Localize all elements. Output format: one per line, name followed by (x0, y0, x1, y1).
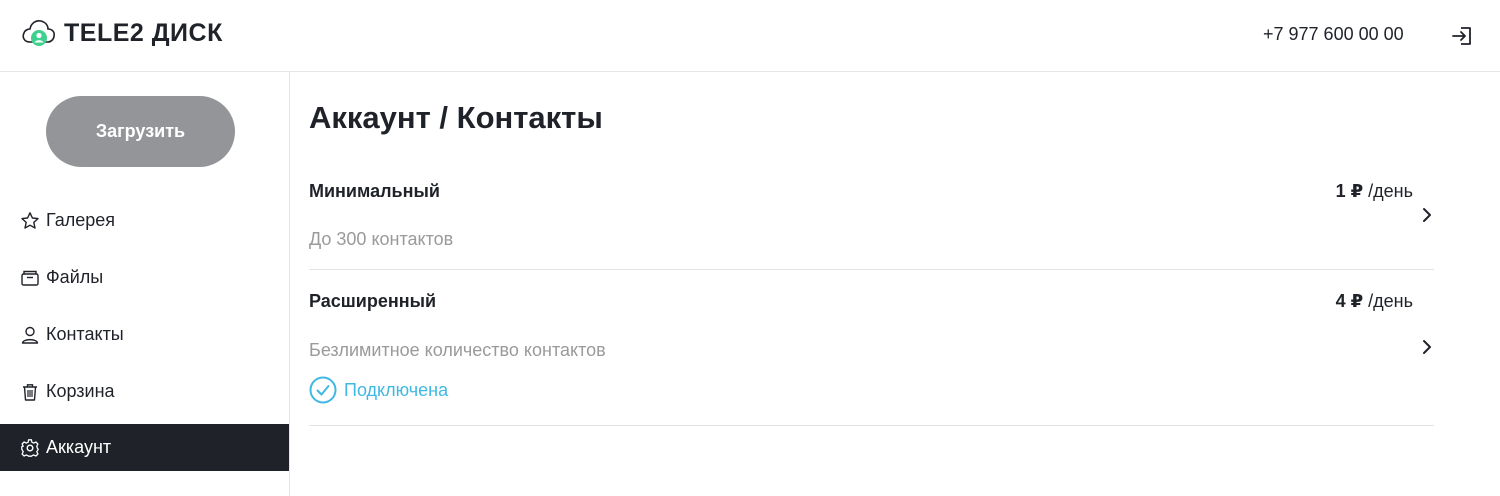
price-period: /день (1363, 291, 1413, 311)
sidebar-item-account[interactable]: Аккаунт (0, 424, 289, 471)
plan-row-minimal[interactable]: Минимальный До 300 контактов 1 ₽ /день (309, 168, 1434, 270)
person-icon (20, 325, 40, 345)
plan-price: 4 ₽ /день (1336, 291, 1413, 312)
user-phone: +7 977 600 00 00 (1263, 24, 1404, 44)
gear-icon (20, 438, 40, 458)
status-badge: Подключена (309, 376, 448, 404)
folder-icon (20, 268, 40, 288)
price-period: /день (1363, 181, 1413, 201)
sidebar-item-label: Файлы (46, 267, 104, 287)
check-circle-icon (309, 376, 337, 404)
sidebar-item-contacts[interactable]: Контакты (0, 311, 289, 358)
plan-name: Расширенный (309, 291, 437, 311)
logo-text: TELE2 ДИСК (64, 18, 223, 47)
sidebar-item-label: Контакты (46, 324, 124, 344)
star-icon (20, 211, 40, 231)
plan-description: До 300 контактов (309, 229, 454, 249)
sidebar-item-files[interactable]: Файлы (0, 254, 289, 301)
sidebar-item-gallery[interactable]: Галерея (0, 197, 289, 244)
logout-icon[interactable] (1450, 24, 1474, 48)
price-amount: 4 ₽ (1335, 291, 1364, 311)
plan-row-extended[interactable]: Расширенный Безлимитное количество конта… (309, 270, 1434, 426)
price-amount: 1 ₽ (1335, 181, 1364, 201)
upload-button[interactable]: Загрузить (46, 96, 235, 167)
top-header: TELE2 ДИСК +7 977 600 00 00 (0, 0, 1500, 72)
trash-icon (20, 382, 40, 402)
cloud-logo-icon (22, 20, 55, 46)
plan-price: 1 ₽ /день (1336, 181, 1413, 202)
chevron-right-icon (1423, 340, 1431, 354)
sidebar-item-trash[interactable]: Корзина (0, 368, 289, 415)
plan-description: Безлимитное количество контактов (309, 340, 606, 360)
chevron-right-icon (1423, 208, 1431, 222)
sidebar-item-label: Корзина (46, 381, 115, 401)
logo[interactable]: TELE2 ДИСК (20, 14, 223, 52)
sidebar-item-label: Аккаунт (46, 437, 112, 457)
status-text: Подключена (344, 379, 449, 400)
sidebar-item-label: Галерея (46, 210, 116, 230)
sidebar: Загрузить Галерея Файлы Контакты Корзина… (0, 72, 290, 496)
plan-name: Минимальный (309, 181, 440, 201)
page-title: Аккаунт / Контакты (309, 100, 603, 135)
